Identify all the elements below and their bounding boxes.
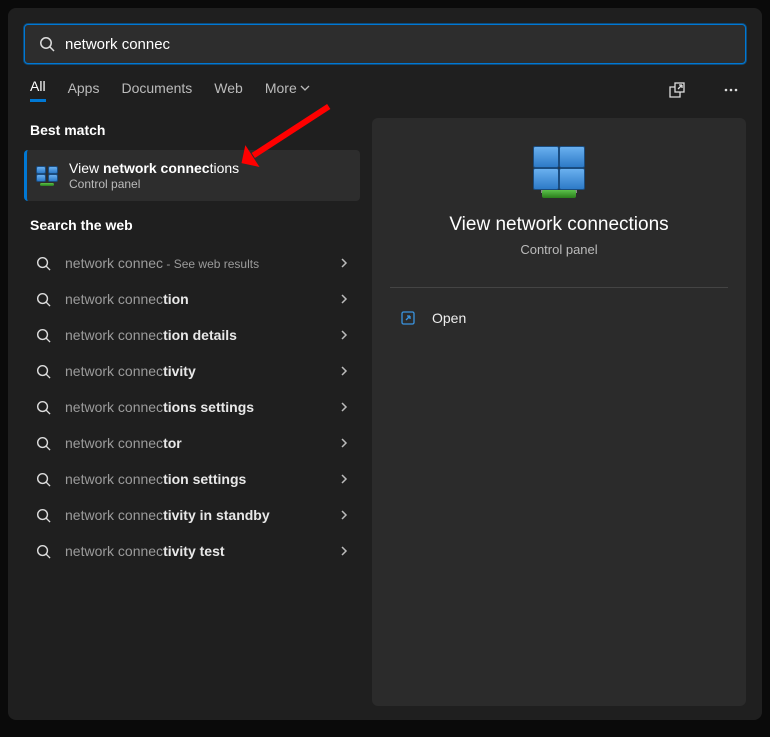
- web-result-item[interactable]: network connection details: [24, 317, 360, 353]
- chevron-right-icon: [338, 293, 350, 305]
- tab-more[interactable]: More: [265, 80, 310, 101]
- web-result-item[interactable]: network connector: [24, 425, 360, 461]
- open-icon: [400, 310, 416, 326]
- chevron-right-icon: [338, 365, 350, 377]
- best-match-subtitle: Control panel: [69, 177, 239, 191]
- web-result-text: network connectivity: [65, 363, 196, 379]
- web-result-item[interactable]: network connectivity test: [24, 533, 360, 569]
- search-icon: [36, 472, 51, 487]
- chevron-right-icon: [338, 257, 350, 269]
- best-match-item[interactable]: View network connections Control panel: [24, 150, 360, 201]
- search-icon: [36, 256, 51, 271]
- chevron-right-icon: [338, 437, 350, 449]
- web-result-text: network connectivity test: [65, 543, 225, 559]
- chevron-right-icon: [338, 329, 350, 341]
- search-icon: [36, 292, 51, 307]
- chevron-down-icon: [300, 83, 310, 93]
- web-result-text: network connection: [65, 291, 189, 307]
- chevron-right-icon: [338, 401, 350, 413]
- web-result-text: network connectivity in standby: [65, 507, 270, 523]
- search-icon: [36, 364, 51, 379]
- web-result-item[interactable]: network connec - See web results: [24, 245, 360, 281]
- tab-web[interactable]: Web: [214, 80, 243, 101]
- network-connections-large-icon: [527, 146, 591, 198]
- chevron-right-icon: [338, 509, 350, 521]
- web-result-item[interactable]: network connectivity in standby: [24, 497, 360, 533]
- web-result-item[interactable]: network connection: [24, 281, 360, 317]
- details-panel: View network connections Control panel O…: [372, 118, 746, 706]
- open-action[interactable]: Open: [390, 302, 728, 334]
- best-match-heading: Best match: [24, 118, 360, 150]
- separator: [390, 287, 728, 288]
- web-result-text: network connector: [65, 435, 182, 451]
- search-icon: [36, 436, 51, 451]
- search-icon: [39, 36, 55, 52]
- open-label: Open: [432, 310, 466, 326]
- details-title: View network connections: [449, 214, 668, 236]
- tab-apps[interactable]: Apps: [68, 80, 100, 101]
- chevron-right-icon: [338, 473, 350, 485]
- details-subtitle: Control panel: [520, 242, 597, 257]
- web-result-text: network connection settings: [65, 471, 246, 487]
- tab-all[interactable]: All: [30, 78, 46, 102]
- web-result-text: network connections settings: [65, 399, 254, 415]
- search-icon: [36, 508, 51, 523]
- chevron-right-icon: [338, 545, 350, 557]
- results-list: Best match View network connections Cont…: [24, 118, 360, 706]
- search-web-heading: Search the web: [24, 213, 360, 245]
- share-icon[interactable]: [668, 81, 686, 99]
- web-result-item[interactable]: network connection settings: [24, 461, 360, 497]
- more-options-icon[interactable]: [722, 81, 740, 99]
- tab-documents[interactable]: Documents: [121, 80, 192, 101]
- search-box[interactable]: [24, 24, 746, 64]
- best-match-title: View network connections: [69, 160, 239, 176]
- web-result-item[interactable]: network connections settings: [24, 389, 360, 425]
- search-icon: [36, 400, 51, 415]
- search-icon: [36, 544, 51, 559]
- network-connections-icon: [35, 166, 59, 186]
- search-icon: [36, 328, 51, 343]
- filter-tabs: All Apps Documents Web More: [24, 64, 746, 118]
- web-result-item[interactable]: network connectivity: [24, 353, 360, 389]
- search-input[interactable]: [65, 36, 731, 53]
- web-result-text: network connection details: [65, 327, 237, 343]
- web-result-text: network connec - See web results: [65, 255, 259, 271]
